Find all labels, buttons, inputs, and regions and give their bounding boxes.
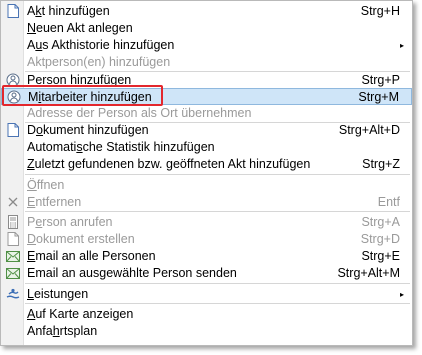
menu-item-akt-hinzufuegen[interactable]: Akt hinzufügen Strg+H [1, 3, 412, 20]
menu-item-entfernen: Entfernen Entf [1, 194, 412, 211]
services-icon [6, 287, 20, 301]
menu-item-dokument-hinzufuegen[interactable]: Dokument hinzufügen Strg+Alt+D [1, 122, 412, 139]
menu-item-anfahrtsplan[interactable]: Anfahrtsplan [1, 323, 412, 340]
menu-item-mitarbeiter-hinzufuegen[interactable]: Mitarbeiter hinzufügen Strg+M [1, 88, 412, 105]
menu-item-label: Person hinzufügen [27, 73, 132, 87]
menu-item-label: Öffnen [27, 178, 65, 192]
document-icon [6, 4, 20, 18]
menu-item-shortcut: Strg+E [361, 249, 400, 263]
menu-item-aus-akthistorie[interactable]: Aus Akthistorie hinzufügen ▸ [1, 37, 412, 54]
menu-item-label: Auf Karte anzeigen [27, 307, 134, 321]
document-icon [6, 123, 20, 137]
menu-item-shortcut: Strg+D [360, 232, 400, 246]
menu-separator [25, 303, 410, 304]
document-icon [6, 232, 20, 246]
submenu-arrow-icon: ▸ [399, 41, 404, 50]
menu-item-label: Akt hinzufügen [27, 4, 110, 18]
menu-item-label: Anfahrtsplan [27, 324, 98, 338]
menu-item-aktpersonen-hinzufuegen: Aktperson(en) hinzufügen [1, 54, 412, 71]
menu-separator [25, 283, 410, 284]
menu-item-person-hinzufuegen[interactable]: Person hinzufügen Strg+P [1, 72, 412, 89]
menu-item-label: Neuen Akt anlegen [27, 21, 133, 35]
menu-separator [25, 211, 410, 212]
menu-item-shortcut: Strg+H [360, 4, 400, 18]
menu-item-label: Adresse der Person als Ort übernehmen [27, 106, 252, 120]
menu-item-shortcut: Strg+Alt+M [337, 266, 400, 280]
menu-item-label: Leistungen [27, 287, 89, 301]
email-icon [6, 266, 20, 280]
menu-item-label: Dokument hinzufügen [27, 123, 149, 137]
menu-item-label: Email an alle Personen [27, 249, 156, 263]
menu-item-shortcut: Strg+Alt+D [338, 123, 400, 137]
person-icon [7, 90, 21, 104]
menu-item-shortcut: Strg+A [361, 215, 400, 229]
menu-item-dokument-erstellen: Dokument erstellen Strg+D [1, 231, 412, 248]
menu-item-label: Zuletzt gefundenen bzw. geöffneten Akt h… [27, 157, 311, 171]
menu-item-oeffnen: Öffnen [1, 177, 412, 194]
menu-item-shortcut: Strg+P [361, 73, 400, 87]
menu-item-label: Aktperson(en) hinzufügen [27, 55, 171, 69]
submenu-arrow-icon: ▸ [399, 290, 404, 299]
menu-item-label: Dokument erstellen [27, 232, 135, 246]
menu-item-automatische-statistik[interactable]: Automatische Statistik hinzufügen [1, 139, 412, 156]
menu-item-adresse-als-ort: Adresse der Person als Ort übernehmen [1, 105, 412, 122]
menu-item-email-ausgewaehlte-person[interactable]: Email an ausgewählte Person senden Strg+… [1, 265, 412, 282]
menu-separator [25, 174, 410, 175]
menu-item-shortcut: Strg+M [358, 90, 399, 104]
menu-item-label: Mitarbeiter hinzufügen [28, 90, 152, 104]
menu-item-leistungen[interactable]: Leistungen ▸ [1, 286, 412, 303]
menu-item-shortcut: Entf [377, 195, 400, 209]
menu-item-zuletzt-gefundenen-akt[interactable]: Zuletzt gefundenen bzw. geöffneten Akt h… [1, 156, 412, 173]
menu-item-label: Person anrufen [27, 215, 113, 229]
context-menu: Akt hinzufügen Strg+H Neuen Akt anlegen … [0, 0, 413, 346]
close-icon [6, 195, 20, 209]
menu-item-email-alle-personen[interactable]: Email an alle Personen Strg+E [1, 248, 412, 265]
menu-item-person-anrufen: Person anrufen Strg+A [1, 214, 412, 231]
menu-item-label: Automatische Statistik hinzufügen [27, 140, 215, 154]
menu-item-label: Email an ausgewählte Person senden [27, 266, 237, 280]
menu-item-auf-karte-anzeigen[interactable]: Auf Karte anzeigen [1, 306, 412, 323]
person-icon [6, 73, 20, 87]
menu-item-neuen-akt-anlegen[interactable]: Neuen Akt anlegen [1, 20, 412, 37]
phone-icon [6, 215, 20, 229]
menu-item-shortcut: Strg+Z [362, 157, 400, 171]
menu-item-label: Aus Akthistorie hinzufügen [27, 38, 175, 52]
email-icon [6, 249, 20, 263]
menu-item-label: Entfernen [27, 195, 82, 209]
